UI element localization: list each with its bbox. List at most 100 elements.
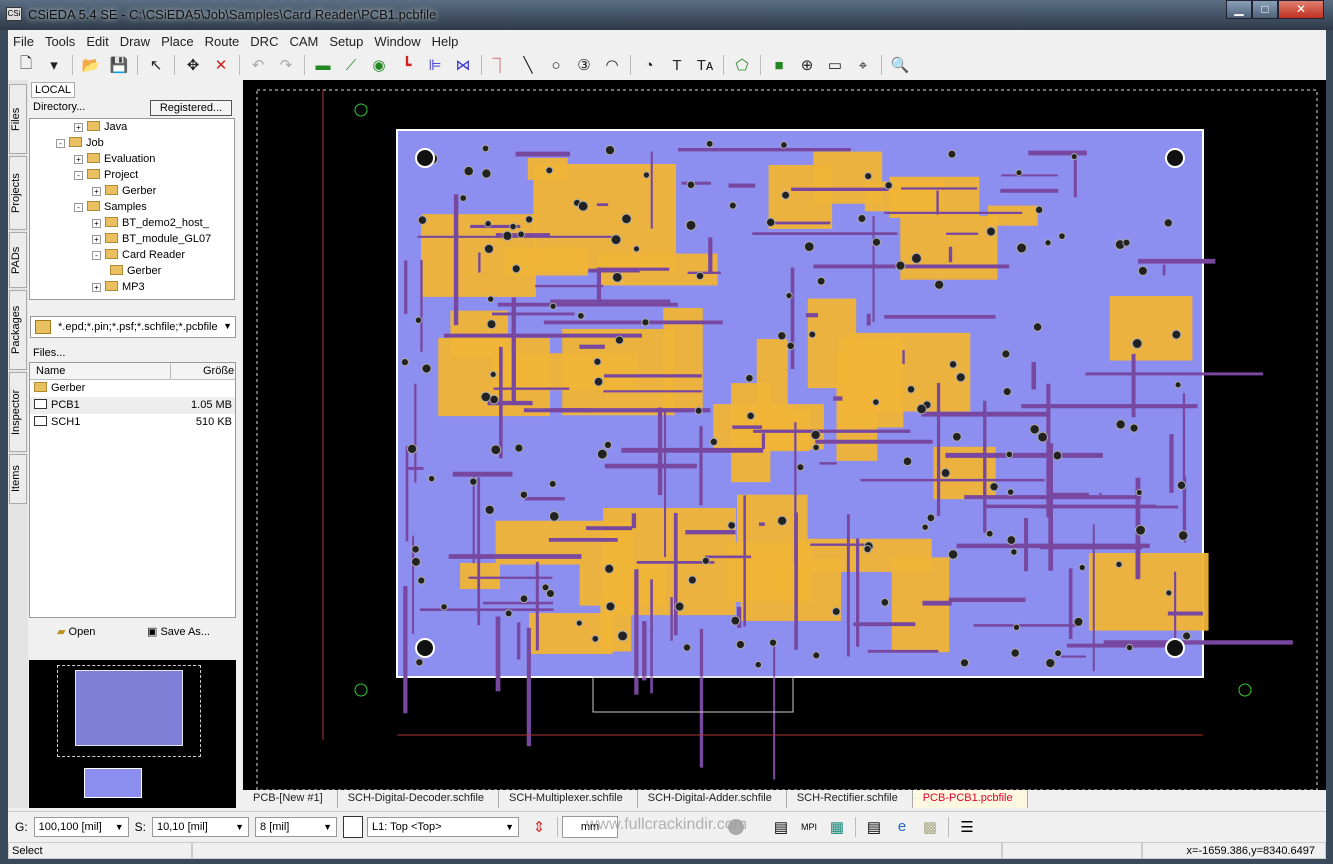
expand-icon[interactable]: + [92, 283, 101, 292]
tree-item[interactable]: + Java [30, 119, 234, 135]
doc-tab[interactable]: SCH-Multiplexer.schfile [499, 790, 638, 808]
tab-files[interactable]: Files [9, 84, 27, 154]
doc-tab[interactable]: SCH-Rectifier.schfile [787, 790, 913, 808]
calculator-icon[interactable]: ▦ [826, 816, 848, 838]
undo-icon[interactable]: ↶ [247, 54, 269, 76]
column-size[interactable]: Größe [171, 363, 234, 379]
save-icon[interactable]: 💾 [108, 54, 130, 76]
file-filter[interactable]: *.epd;*.pin;*.psf;*.schfile;*.pcbfile [58, 321, 218, 333]
collapse-icon[interactable]: - [74, 171, 83, 180]
layers-icon[interactable]: ▩ [919, 816, 941, 838]
line-icon[interactable]: ╲ [517, 54, 539, 76]
layer-select[interactable]: L1: Top <Top> [367, 816, 520, 837]
tab-local[interactable]: LOCAL [31, 82, 75, 98]
text-icon[interactable]: T [666, 54, 688, 76]
polygon-icon[interactable]: ⬠ [731, 54, 753, 76]
delete-icon[interactable]: ✕ [210, 54, 232, 76]
doc-tab[interactable]: PCB-[New #1] [243, 790, 338, 808]
collapse-icon[interactable]: - [92, 251, 101, 260]
mpi-icon[interactable]: MPI [798, 816, 820, 838]
minimize-button[interactable]: ▁ [1226, 0, 1252, 19]
tab-inspector[interactable]: Inspector [9, 372, 27, 452]
width-select[interactable]: 8 [mil] [255, 816, 338, 837]
tab-items[interactable]: Items [9, 454, 27, 504]
file-row[interactable]: Gerber [30, 380, 235, 397]
snap-select[interactable]: 10,10 [mil] [152, 816, 250, 837]
expand-icon[interactable]: + [92, 187, 101, 196]
menu-draw[interactable]: Draw [115, 32, 156, 50]
maximize-button[interactable]: □ [1252, 0, 1278, 19]
menu-route[interactable]: Route [200, 32, 246, 50]
new-file-icon[interactable]: 🗋 [15, 54, 37, 76]
tab-pads[interactable]: PADs [9, 232, 27, 288]
directory-label[interactable]: Directory... [33, 101, 85, 113]
fill-rect-icon[interactable]: ■ [768, 54, 790, 76]
expand-icon[interactable]: + [92, 219, 101, 228]
tree-item[interactable]: + Gerber [30, 183, 234, 199]
doc-tab[interactable]: SCH-Digital-Adder.schfile [638, 790, 787, 808]
arc-icon[interactable]: ◠ [601, 54, 623, 76]
menu-edit[interactable]: Edit [81, 32, 114, 50]
notes-icon[interactable]: ☰ [956, 816, 978, 838]
layer-swap-icon[interactable]: ⇕ [528, 816, 550, 838]
menu-drc[interactable]: DRC [245, 32, 284, 50]
tree-item[interactable]: - Job [30, 135, 234, 151]
open-button[interactable]: ▰ Open [57, 625, 95, 638]
tree-item[interactable]: - Samples [30, 199, 234, 215]
tree-item[interactable]: + Evaluation [30, 151, 234, 167]
menu-file[interactable]: File [8, 32, 40, 50]
document-icon[interactable]: ▤ [863, 816, 885, 838]
trace-icon[interactable]: ⏋ [489, 54, 511, 76]
text-attr-icon[interactable]: Tᴀ [694, 54, 716, 76]
file-row[interactable]: SCH1 510 KB [30, 414, 235, 431]
origin-icon[interactable]: ⌖ [852, 54, 874, 76]
color-swatch[interactable] [343, 815, 364, 838]
save-as-button[interactable]: ▣ Save As... [147, 625, 210, 638]
tree-item[interactable]: - Card Reader [30, 247, 234, 263]
tree-item[interactable]: + BT_demo2_host_ [30, 215, 234, 231]
close-button[interactable]: ✕ [1278, 0, 1324, 19]
collapse-icon[interactable]: - [74, 203, 83, 212]
menu-help[interactable]: Help [427, 32, 465, 50]
tree-item[interactable]: + BT_module_GL07 [30, 231, 234, 247]
up-folder-icon[interactable] [35, 320, 51, 334]
route-icon[interactable]: ┗ [396, 54, 418, 76]
pcb-drawing[interactable] [243, 80, 1326, 790]
tree-item[interactable]: Gerber [30, 263, 234, 279]
menu-window[interactable]: Window [369, 32, 426, 50]
move-icon[interactable]: ✥ [182, 54, 204, 76]
browser-icon[interactable]: e [891, 816, 913, 838]
tab-packages[interactable]: Packages [9, 290, 27, 370]
open-folder-icon[interactable]: 📂 [80, 54, 102, 76]
tree-item[interactable]: - Project [30, 167, 234, 183]
connect-icon[interactable]: ⟋ [340, 54, 362, 76]
expand-icon[interactable]: + [74, 155, 83, 164]
column-name[interactable]: Name [30, 363, 171, 379]
zoom-find-icon[interactable]: 🔍 [889, 54, 911, 76]
pad-cross-icon[interactable]: ⊕ [796, 54, 818, 76]
collapse-icon[interactable]: - [56, 139, 65, 148]
arc2-icon[interactable]: ◔ [638, 54, 660, 76]
circle-icon[interactable]: ○ [545, 54, 567, 76]
via-icon[interactable]: ◉ [368, 54, 390, 76]
menu-place[interactable]: Place [156, 32, 200, 50]
directory-tree[interactable]: + Java - Job + Evaluation - Project + Gerber - Samp… [29, 118, 235, 300]
component-icon[interactable]: ▬ [312, 54, 334, 76]
doc-tab[interactable]: PCB-PCB1.pcbfile [912, 790, 1028, 808]
menu-tools[interactable]: Tools [40, 32, 81, 50]
select-arrow-icon[interactable]: ↖ [145, 54, 167, 76]
board-overview[interactable] [29, 660, 236, 808]
pcb-canvas[interactable] [243, 80, 1326, 790]
doc-tab[interactable]: SCH-Digital-Decoder.schfile [338, 790, 500, 808]
align-icon[interactable]: ⊫ [424, 54, 446, 76]
report-icon[interactable]: ▤ [770, 816, 792, 838]
expand-icon[interactable]: + [92, 235, 101, 244]
registered-button[interactable]: Registered... [150, 100, 232, 116]
redo-icon[interactable]: ↷ [275, 54, 297, 76]
menu-cam[interactable]: CAM [284, 32, 324, 50]
menu-setup[interactable]: Setup [324, 32, 369, 50]
tab-projects[interactable]: Projects [9, 156, 27, 230]
numbered-circle-icon[interactable]: ③ [573, 54, 595, 76]
dropdown-icon[interactable]: ▾ [43, 54, 65, 76]
grid-select[interactable]: 100,100 [mil] [33, 816, 129, 837]
